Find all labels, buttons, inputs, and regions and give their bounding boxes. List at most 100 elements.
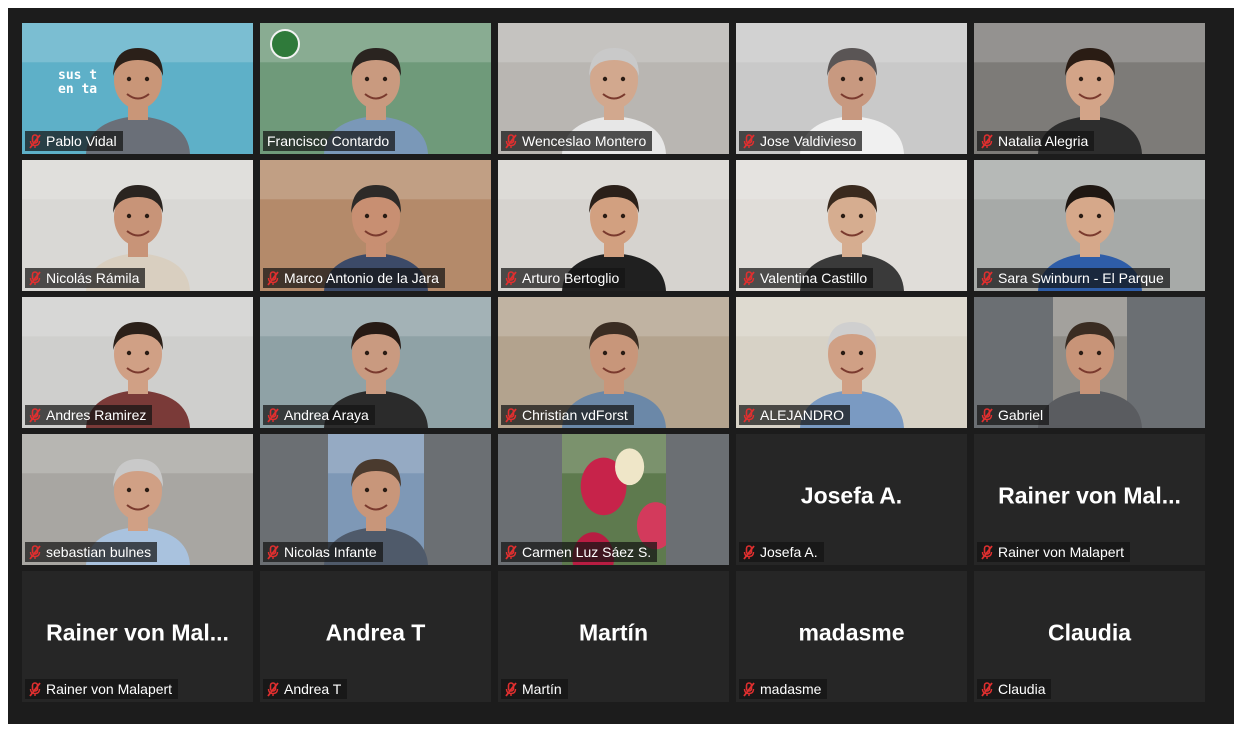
- participant-display-name: Rainer von Mal...: [998, 481, 1181, 508]
- mic-muted-icon: [981, 681, 993, 697]
- participant-name-label: Carmen Luz Sáez S.: [522, 544, 652, 560]
- participant-tile[interactable]: Valentina Castillo: [736, 160, 967, 291]
- participant-tile[interactable]: Pablo Vidal sus ten ta: [22, 23, 253, 154]
- participant-display-name: Rainer von Mal...: [46, 618, 229, 645]
- participant-name-label: Valentina Castillo: [760, 270, 868, 286]
- participant-name-label: Jose Valdivieso: [760, 133, 857, 149]
- participant-name-tag: sebastian bulnes: [25, 542, 158, 562]
- participant-tile[interactable]: Arturo Bertoglio: [498, 160, 729, 291]
- mic-muted-icon: [29, 544, 41, 560]
- participant-name-tag: ALEJANDRO: [739, 405, 851, 425]
- mic-muted-icon: [29, 407, 41, 423]
- participant-tile[interactable]: Francisco Contardo: [260, 23, 491, 154]
- participant-tile[interactable]: Christian vdForst: [498, 297, 729, 428]
- participant-name-tag: Valentina Castillo: [739, 268, 874, 288]
- participant-name-tag: Martín: [501, 679, 568, 699]
- participant-display-name: Claudia: [1047, 618, 1132, 645]
- participant-name-label: Josefa A.: [760, 544, 818, 560]
- participant-tile[interactable]: madasme madasme: [736, 571, 967, 702]
- participant-gallery: Pablo Vidal sus ten ta Francisco Contardo W…: [22, 23, 1205, 702]
- participant-name-tag: Wenceslao Montero: [501, 131, 653, 151]
- participant-tile[interactable]: Nicolas Infante: [260, 434, 491, 565]
- participant-name-tag: Marco Antonio de la Jara: [263, 268, 445, 288]
- participant-tile[interactable]: Wenceslao Montero: [498, 23, 729, 154]
- participant-name-label: Marco Antonio de la Jara: [284, 270, 439, 286]
- mic-muted-icon: [743, 133, 755, 149]
- participant-tile[interactable]: sebastian bulnes: [22, 434, 253, 565]
- participant-tile[interactable]: Nicolás Rámila: [22, 160, 253, 291]
- participant-name-tag: Claudia: [977, 679, 1052, 699]
- participant-display-name: Andrea T: [325, 618, 426, 645]
- participant-name-label: Andres Ramirez: [46, 407, 147, 423]
- participant-name-tag: Josefa A.: [739, 542, 824, 562]
- participant-name-tag: Pablo Vidal: [25, 131, 123, 151]
- mic-muted-icon: [29, 681, 41, 697]
- participant-name-tag: Rainer von Malapert: [25, 679, 179, 699]
- participant-name-tag: Andrea Araya: [263, 405, 375, 425]
- participant-tile[interactable]: ALEJANDRO: [736, 297, 967, 428]
- participant-name-label: Andrea Araya: [284, 407, 369, 423]
- participant-name-label: Christian vdForst: [522, 407, 628, 423]
- participant-name-tag: Carmen Luz Sáez S.: [501, 542, 658, 562]
- participant-tile[interactable]: Marco Antonio de la Jara: [260, 160, 491, 291]
- participant-name-tag: Natalia Alegria: [977, 131, 1095, 151]
- participant-tile[interactable]: Andrea Araya: [260, 297, 491, 428]
- participant-name-tag: Andres Ramirez: [25, 405, 153, 425]
- mic-muted-icon: [981, 407, 993, 423]
- participant-name-label: Andrea T: [284, 681, 342, 697]
- logo-seal: [270, 29, 300, 59]
- mic-muted-icon: [981, 270, 993, 286]
- participant-tile[interactable]: Carmen Luz Sáez S.: [498, 434, 729, 565]
- participant-name-label: Rainer von Malapert: [46, 681, 173, 697]
- participant-name-tag: Sara Swinburn - El Parque: [977, 268, 1170, 288]
- participant-name-tag: Nicolás Rámila: [25, 268, 146, 288]
- participant-tile[interactable]: Martín Martín: [498, 571, 729, 702]
- participant-tile[interactable]: Rainer von Mal... Rainer von Malapert: [974, 434, 1205, 565]
- participant-name-label: Francisco Contardo: [267, 133, 390, 149]
- meeting-window: Pablo Vidal sus ten ta Francisco Contardo W…: [8, 8, 1234, 724]
- mic-muted-icon: [743, 544, 755, 560]
- participant-name-label: Nicolas Infante: [284, 544, 377, 560]
- participant-video: [1037, 297, 1142, 428]
- participant-display-name: madasme: [798, 618, 905, 645]
- mic-muted-icon: [267, 544, 279, 560]
- participant-name-label: Natalia Alegria: [998, 133, 1089, 149]
- participant-tile[interactable]: Claudia Claudia: [974, 571, 1205, 702]
- participant-name-label: Gabriel: [998, 407, 1044, 423]
- participant-name-tag: Arturo Bertoglio: [501, 268, 626, 288]
- participant-name-tag: Gabriel: [977, 405, 1050, 425]
- participant-name-label: Pablo Vidal: [46, 133, 117, 149]
- brand-logo-text: sus ten ta: [58, 68, 98, 97]
- mic-muted-icon: [505, 407, 517, 423]
- mic-muted-icon: [981, 133, 993, 149]
- participant-tile[interactable]: Jose Valdivieso: [736, 23, 967, 154]
- participant-name-tag: Christian vdForst: [501, 405, 634, 425]
- mic-muted-icon: [505, 270, 517, 286]
- participant-name-label: ALEJANDRO: [760, 407, 845, 423]
- participant-tile[interactable]: Gabriel: [974, 297, 1205, 428]
- mic-muted-icon: [29, 270, 41, 286]
- participant-tile[interactable]: Rainer von Mal... Rainer von Malapert: [22, 571, 253, 702]
- participant-name-label: Rainer von Malapert: [998, 544, 1125, 560]
- mic-muted-icon: [981, 544, 993, 560]
- participant-tile[interactable]: Andrea T Andrea T: [260, 571, 491, 702]
- mic-muted-icon: [505, 544, 517, 560]
- mic-muted-icon: [29, 133, 41, 149]
- mic-muted-icon: [267, 407, 279, 423]
- participant-name-tag: madasme: [739, 679, 828, 699]
- participant-tile[interactable]: Sara Swinburn - El Parque: [974, 160, 1205, 291]
- participant-tile[interactable]: Natalia Alegria: [974, 23, 1205, 154]
- participant-name-label: sebastian bulnes: [46, 544, 152, 560]
- participant-name-label: Claudia: [998, 681, 1046, 697]
- participant-name-tag: Nicolas Infante: [263, 542, 383, 562]
- mic-muted-icon: [743, 681, 755, 697]
- participant-tile[interactable]: Andres Ramirez: [22, 297, 253, 428]
- participant-name-tag: Jose Valdivieso: [739, 131, 863, 151]
- participant-tile[interactable]: Josefa A. Josefa A.: [736, 434, 967, 565]
- mic-muted-icon: [267, 270, 279, 286]
- participant-name-label: Sara Swinburn - El Parque: [998, 270, 1164, 286]
- participant-name-tag: Rainer von Malapert: [977, 542, 1131, 562]
- participant-name-label: Nicolás Rámila: [46, 270, 140, 286]
- mic-muted-icon: [505, 133, 517, 149]
- mic-muted-icon: [267, 681, 279, 697]
